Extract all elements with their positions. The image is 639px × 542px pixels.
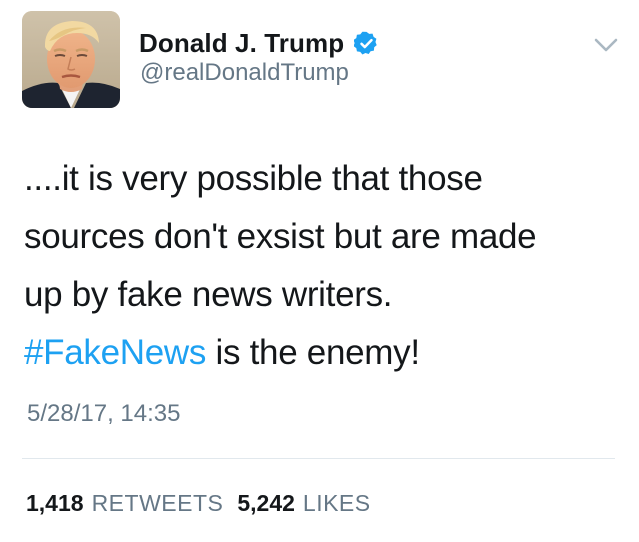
retweets-label: RETWEETS: [91, 490, 224, 516]
verified-badge-icon: [354, 31, 377, 54]
tweet-text: ....it is very possible that those sourc…: [24, 150, 624, 382]
chevron-down-icon[interactable]: [593, 35, 619, 55]
hashtag-link[interactable]: #FakeNews: [24, 333, 206, 372]
tweet-text-line: ....it is very possible that those: [24, 159, 483, 198]
retweets-stat[interactable]: 1,418 RETWEETS: [26, 490, 223, 517]
likes-stat[interactable]: 5,242 LIKES: [237, 490, 370, 517]
tweet-text-line: #FakeNews is the enemy!: [24, 324, 624, 382]
retweets-count: 1,418: [26, 490, 84, 516]
tweet-card: Donald J. Trump @realDonaldTrump ....it …: [0, 0, 639, 542]
author-handle[interactable]: @realDonaldTrump: [140, 59, 349, 87]
tweet-timestamp[interactable]: 5/28/17, 14:35: [27, 400, 180, 428]
tweet-text-line: up by fake news writers.: [24, 275, 393, 314]
likes-count: 5,242: [237, 490, 295, 516]
author-name-row[interactable]: Donald J. Trump: [139, 27, 379, 59]
tweet-text-line: sources don't exsist but are made: [24, 217, 537, 256]
divider: [22, 458, 615, 459]
author-display-name[interactable]: Donald J. Trump: [139, 28, 344, 59]
avatar-image: [22, 11, 120, 108]
likes-label: LIKES: [302, 490, 371, 516]
tweet-text-tail: is the enemy!: [206, 333, 421, 372]
profile-avatar[interactable]: [22, 11, 120, 108]
tweet-stats: 1,418 RETWEETS 5,242 LIKES: [26, 490, 371, 517]
